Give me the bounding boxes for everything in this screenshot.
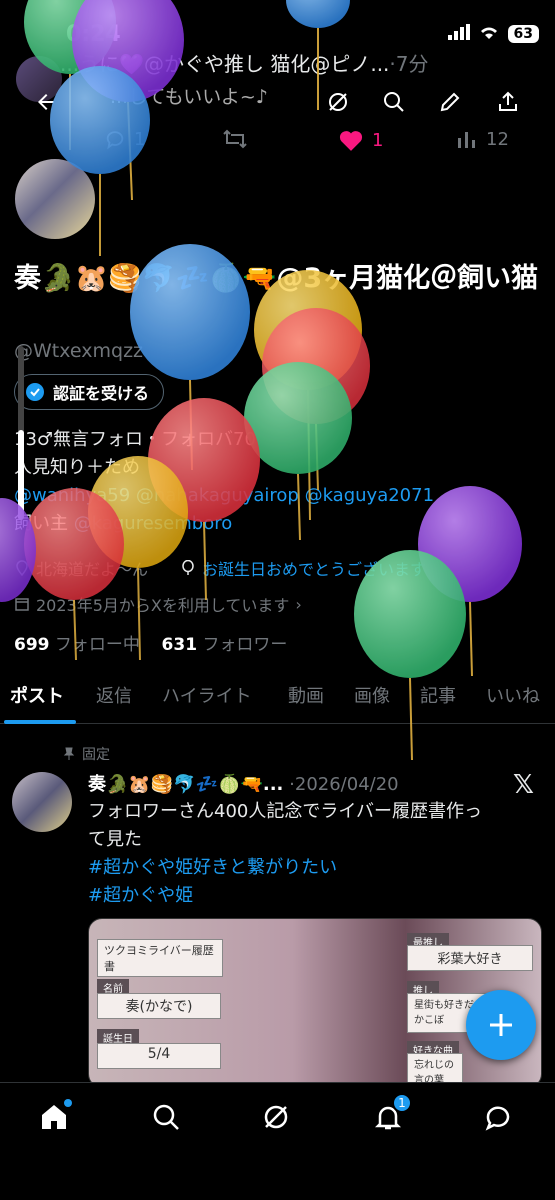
birthday-text: お誕生日おめでとうございます — [202, 560, 427, 579]
chat-icon — [485, 1106, 510, 1131]
repost-icon — [223, 129, 247, 149]
grok-icon — [329, 93, 347, 111]
owner-mention[interactable]: @kaguresemboro — [74, 513, 233, 534]
views-icon — [458, 132, 475, 148]
post-header: 奏🐊🐹🥞🐬💤🍈🔫... ·2026/04/20 — [88, 774, 399, 795]
tab-videos[interactable]: 動画 — [288, 682, 324, 708]
post-avatar[interactable] — [12, 772, 72, 832]
balloon — [354, 550, 466, 761]
arrow-left-icon — [38, 94, 54, 110]
balloon-icon — [182, 560, 194, 575]
share-icon — [499, 91, 517, 111]
reply-count: 1 — [134, 128, 146, 150]
profile-bio: 13♂無言フォロ・フォロバ70 人見知り＋ため @wanihya59 @naha… — [14, 426, 544, 538]
search-icon — [153, 1104, 179, 1130]
bio-line: 13♂無言フォロ・フォロバ70 — [14, 429, 256, 450]
reply-action[interactable]: 1 — [104, 128, 145, 150]
card-title: ツクヨミライバー履歴書 — [97, 939, 223, 977]
nav-notifications[interactable]: 1 — [368, 1093, 412, 1137]
grok-button[interactable] — [320, 84, 356, 120]
wifi-icon — [478, 24, 500, 44]
home-unread-dot — [64, 1099, 72, 1107]
card-value: 5/4 — [97, 1043, 221, 1069]
nav-messages[interactable] — [478, 1097, 518, 1137]
header-title: ...うに💜@かぐや推し 猫化@ピノ...·7分 — [60, 52, 429, 76]
grok-icon — [264, 1105, 288, 1129]
reply-icon — [106, 131, 124, 150]
search-icon — [384, 92, 404, 112]
bio-owner: 飼い主 @kaguresemboro — [14, 513, 233, 534]
pinned-label: 固定 — [62, 744, 110, 764]
bottom-nav: 1 — [0, 1082, 555, 1200]
compose-post-button[interactable] — [466, 990, 536, 1060]
bio-line: 人見知り＋ため — [14, 457, 140, 478]
pencil-icon — [440, 92, 460, 112]
status-icons: 63 — [447, 24, 539, 44]
like-count: 1 — [372, 129, 384, 151]
pin-icon — [63, 747, 75, 760]
x-logo-icon: 𝕏 — [513, 770, 534, 800]
profile-tabs: ポスト 返信 ハイライト 動画 画像 記事 いいね — [0, 668, 555, 724]
profile-handle: @Wtxexmqzz — [14, 340, 144, 362]
joined-text: 2023年5月からXを利用しています — [36, 596, 290, 615]
back-button[interactable] — [28, 84, 64, 120]
battery-indicator: 63 — [507, 25, 539, 43]
edit-button[interactable] — [432, 84, 468, 120]
nav-grok[interactable] — [256, 1097, 296, 1137]
bio-mentions[interactable]: @wanihya59 @nahakaguyairop @kaguya2071 — [14, 482, 544, 510]
notification-badge: 1 — [392, 1093, 412, 1113]
tab-likes[interactable]: いいね — [486, 682, 540, 708]
verify-label: 認証を受ける — [53, 384, 150, 403]
view-count: 12 — [486, 128, 509, 150]
share-button[interactable] — [490, 84, 526, 120]
calendar-icon — [15, 598, 29, 611]
signal-icon — [447, 24, 470, 44]
plus-icon — [490, 1014, 512, 1036]
nav-search[interactable] — [146, 1097, 186, 1137]
chevron-right-icon: › — [295, 594, 302, 614]
hashtag-link[interactable]: #超かぐや姫 — [88, 882, 538, 910]
display-name: 奏🐊🐹🥞🐬💤🍈🔫@3ヶ月猫化＠飼い猫 — [14, 263, 539, 294]
tab-images[interactable]: 画像 — [354, 682, 390, 708]
location-icon — [16, 560, 28, 576]
location-text: 北海道だよ〜ん — [36, 560, 149, 579]
card-value: 奏(かなで) — [97, 993, 221, 1019]
like-action[interactable]: 1 — [338, 128, 383, 152]
tab-highlights[interactable]: ハイライト — [162, 682, 252, 708]
hashtag-link[interactable]: #超かぐや姫好きと繋がりたい — [88, 854, 538, 882]
tab-articles[interactable]: 記事 — [420, 682, 456, 708]
followers-link[interactable]: 631 フォロワー — [162, 635, 288, 655]
card-value: 彩葉大好き — [407, 945, 533, 971]
profile-header: ...うに💜@かぐや推し 猫化@ピノ...·7分 ...してもいいよ~♪ 1 1… — [0, 44, 555, 164]
profile-avatar[interactable] — [12, 156, 98, 242]
header-action-row: 1 1 12 — [0, 128, 555, 160]
search-button[interactable] — [376, 84, 412, 120]
heart-icon — [339, 131, 363, 151]
profile-meta-joined[interactable]: 2023年5月からXを利用しています › — [14, 592, 302, 616]
tab-replies[interactable]: 返信 — [96, 682, 132, 708]
profile-meta-location: 北海道だよ〜ん お誕生日おめでとうございます — [14, 556, 426, 580]
post-author[interactable]: 奏🐊🐹🥞🐬💤🍈🔫... — [88, 774, 283, 795]
post-date: 2026/04/20 — [294, 774, 399, 795]
header-subtitle: ...してもいいよ~♪ — [110, 86, 268, 108]
active-tab-indicator — [4, 720, 76, 724]
follow-stats: 699 フォロー中 631 フォロワー — [14, 630, 287, 655]
post-text: フォロワーさん400人記念でライバー履歴書作っ て見た #超かぐや姫好きと繋がり… — [88, 798, 538, 910]
tab-posts[interactable]: ポスト — [10, 682, 64, 708]
scroll-thumb[interactable] — [18, 430, 24, 520]
get-verified-button[interactable]: 認証を受ける — [14, 374, 165, 410]
following-link[interactable]: 699 フォロー中 — [14, 635, 140, 655]
verified-badge-icon — [26, 383, 44, 401]
nav-home[interactable] — [34, 1097, 74, 1137]
repost-action[interactable] — [222, 128, 248, 150]
views-action[interactable]: 12 — [456, 128, 509, 150]
